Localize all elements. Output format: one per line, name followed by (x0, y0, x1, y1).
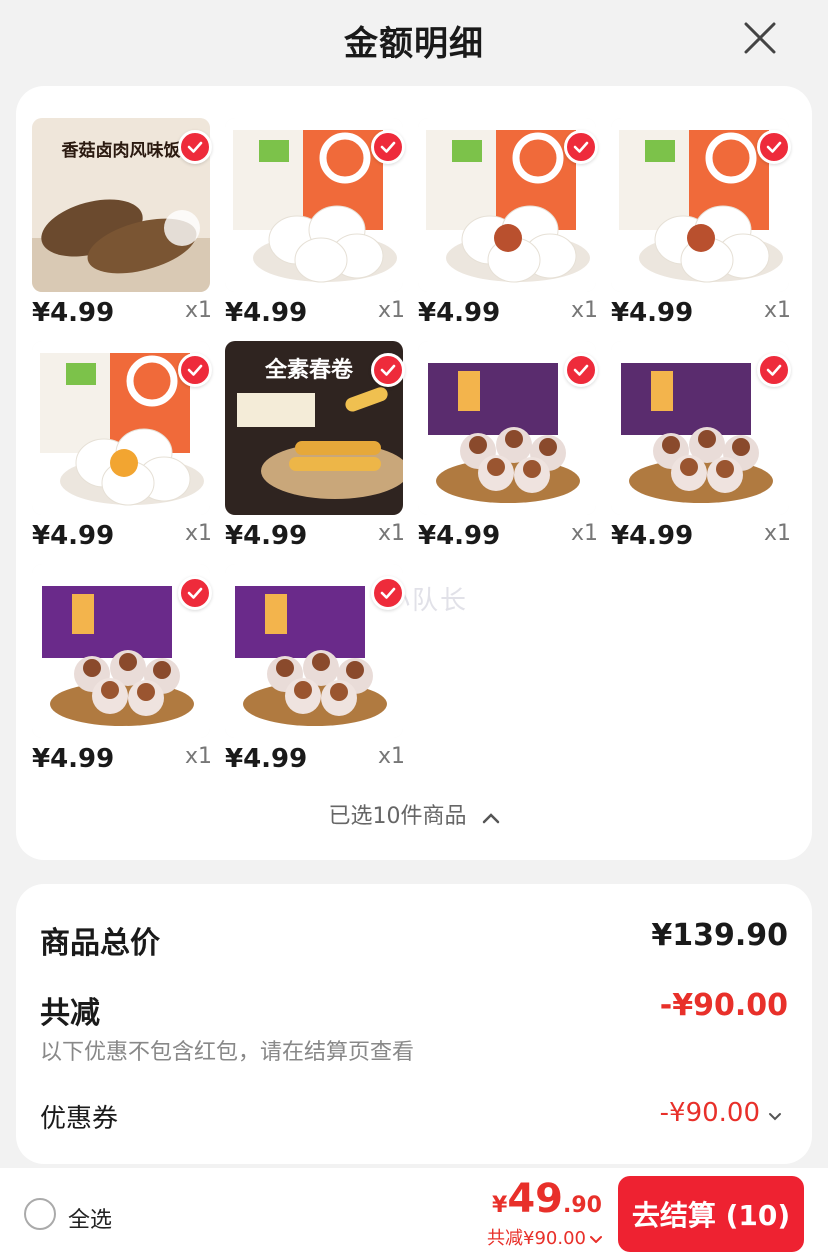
product-item[interactable]: 香菇卤肉风味饭 ¥4.99 x1 (32, 118, 212, 330)
product-quantity: x1 (185, 744, 212, 769)
product-price: ¥4.99 (225, 744, 307, 774)
products-card: 羊毛小队长 已选10件商品 香菇卤肉风味饭¥4.99x1¥4.99x1¥4.99… (16, 86, 812, 860)
product-quantity: x1 (378, 521, 405, 546)
checkout-button[interactable]: 去结算 (10) (618, 1176, 804, 1252)
product-quantity: x1 (571, 521, 598, 546)
product-price: ¥4.99 (611, 521, 693, 551)
product-price: ¥4.99 (32, 744, 114, 774)
discount-total: 共减¥90.00 (487, 1224, 586, 1250)
chevron-down-icon (768, 1098, 782, 1128)
product-price: ¥4.99 (418, 521, 500, 551)
product-item[interactable]: ¥4.99 x1 (611, 341, 791, 553)
product-price: ¥4.99 (32, 521, 114, 551)
product-price: ¥4.99 (225, 298, 307, 328)
checkbox-checked-icon[interactable] (371, 576, 405, 610)
product-quantity: x1 (764, 521, 791, 546)
product-item[interactable]: ¥4.99 x1 (611, 118, 791, 330)
product-quantity: x1 (571, 298, 598, 323)
checkbox-checked-icon[interactable] (178, 130, 212, 164)
product-quantity: x1 (764, 298, 791, 323)
goods-total-label: 商品总价 (40, 918, 160, 962)
product-item[interactable]: ¥4.99 x1 (418, 341, 598, 553)
reduction-label: 共减 (40, 988, 100, 1032)
checkbox-checked-icon[interactable] (757, 353, 791, 387)
product-item[interactable]: ¥4.99 x1 (225, 118, 405, 330)
header: 金额明细 (0, 0, 828, 80)
close-icon[interactable] (742, 20, 778, 56)
product-price: ¥4.99 (611, 298, 693, 328)
pay-amount-decimal: .90 (563, 1193, 602, 1218)
selected-count-label: 已选10件商品 (329, 804, 467, 829)
product-item[interactable]: 全素春卷 ¥4.99 x1 (225, 341, 405, 553)
checkbox-checked-icon[interactable] (178, 576, 212, 610)
discount-note: 以下优惠不包含红包，请在结算页查看 (40, 1034, 414, 1066)
currency-symbol: ¥ (492, 1193, 507, 1218)
svg-text:全素春卷: 全素春卷 (264, 357, 354, 383)
chevron-down-icon (590, 1227, 602, 1248)
product-price: ¥4.99 (225, 521, 307, 551)
coupon-value: -¥90.00 (660, 1098, 760, 1128)
coupon-row-toggle[interactable]: -¥90.00 (660, 1098, 782, 1128)
pay-amount-integer: 49 (507, 1176, 563, 1222)
goods-total-value: ¥139.90 (651, 918, 788, 953)
bottom-bar: 全选 ¥ 49 .90 共减¥90.00 去结算 (10) (0, 1168, 828, 1254)
checkbox-checked-icon[interactable] (757, 130, 791, 164)
checkbox-checked-icon[interactable] (371, 353, 405, 387)
select-all-label[interactable]: 全选 (68, 1202, 112, 1234)
page-title: 金额明细 (344, 16, 484, 65)
product-item[interactable]: ¥4.99 x1 (418, 118, 598, 330)
product-quantity: x1 (185, 521, 212, 546)
reduction-value: -¥90.00 (660, 988, 788, 1023)
product-quantity: x1 (378, 744, 405, 769)
product-item[interactable]: ¥4.99 x1 (32, 341, 212, 553)
coupon-label: 优惠券 (40, 1098, 118, 1135)
product-item[interactable]: ¥4.99 x1 (225, 564, 405, 776)
svg-text:香菇卤肉风味饭: 香菇卤肉风味饭 (62, 140, 181, 160)
totals-card: 商品总价 ¥139.90 共减 -¥90.00 以下优惠不包含红包，请在结算页查… (16, 884, 812, 1164)
product-price: ¥4.99 (418, 298, 500, 328)
checkbox-checked-icon[interactable] (564, 130, 598, 164)
checkbox-checked-icon[interactable] (371, 130, 405, 164)
product-quantity: x1 (378, 298, 405, 323)
select-all-radio[interactable] (24, 1198, 56, 1230)
checkbox-checked-icon[interactable] (178, 353, 212, 387)
product-price: ¥4.99 (32, 298, 114, 328)
discount-detail-toggle[interactable]: 共减¥90.00 (487, 1224, 602, 1250)
chevron-up-icon (482, 805, 500, 830)
pay-amount: ¥ 49 .90 (492, 1176, 602, 1222)
selected-summary[interactable]: 已选10件商品 (16, 798, 812, 830)
product-quantity: x1 (185, 298, 212, 323)
checkbox-checked-icon[interactable] (564, 353, 598, 387)
product-item[interactable]: ¥4.99 x1 (32, 564, 212, 776)
